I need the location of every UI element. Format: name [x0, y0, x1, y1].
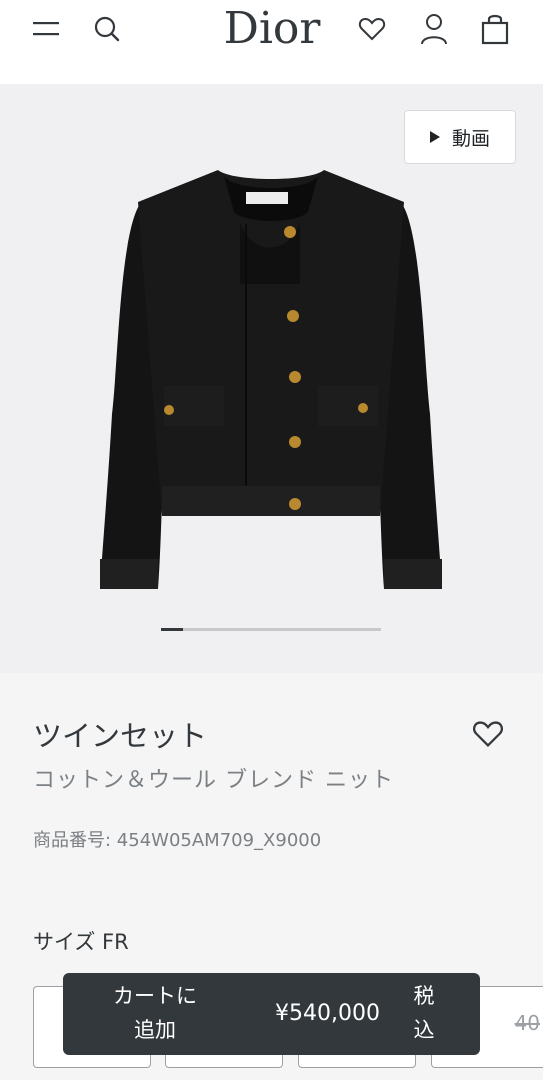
heart-icon[interactable] [355, 10, 389, 48]
gallery-progress-fill [161, 628, 183, 631]
add-to-cart-button[interactable]: カートに 追加 ¥540,000 税 込 [63, 973, 480, 1055]
brand-logo[interactable]: Dior [216, 2, 328, 56]
add-to-cart-label: カートに 追加 [113, 984, 197, 1042]
size-label: サイズ FR [33, 930, 129, 954]
size-option-unavailable: 40 [514, 1011, 540, 1035]
header: Dior [0, 0, 543, 84]
product-gallery[interactable]: 動画 [0, 84, 543, 673]
product-subtitle: コットン＆ウール ブレンド ニット [33, 768, 394, 793]
cart-price: ¥540,000 [275, 1001, 380, 1026]
menu-icon[interactable] [29, 10, 63, 48]
play-icon [429, 131, 440, 143]
product-image [100, 170, 442, 589]
search-icon[interactable] [90, 10, 124, 48]
shopping-bag-icon[interactable] [478, 10, 512, 48]
video-label: 動画 [451, 127, 490, 150]
video-button[interactable]: 動画 [404, 110, 516, 164]
gallery-progress-bar [161, 628, 381, 631]
user-icon[interactable] [417, 10, 451, 48]
favorite-heart-icon[interactable] [472, 718, 504, 750]
product-title: ツインセット [33, 719, 208, 753]
product-sku: 商品番号: 454W05AM709_X9000 [33, 830, 322, 851]
tax-included-label: 税 込 [413, 984, 435, 1042]
